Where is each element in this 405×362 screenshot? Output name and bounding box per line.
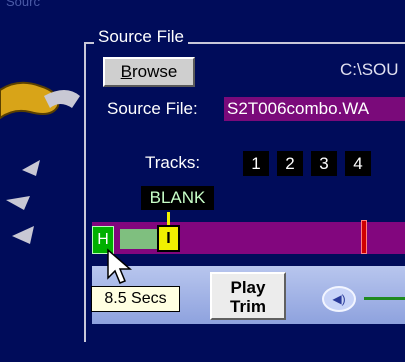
- track-button-2[interactable]: 2: [277, 151, 303, 176]
- group-title: Source File: [94, 27, 188, 47]
- browse-label-rest: rowse: [131, 62, 178, 81]
- truncated-label: Sourc: [6, 0, 40, 9]
- browse-accesskey: B: [120, 62, 132, 81]
- track-button-4[interactable]: 4: [345, 151, 371, 176]
- track-button-3[interactable]: 3: [311, 151, 337, 176]
- speaker-icon[interactable]: ◀): [322, 286, 356, 312]
- tracks-label: Tracks:: [145, 153, 201, 172]
- time-tooltip: 8.5 Secs: [91, 286, 180, 312]
- browse-button[interactable]: Browse: [103, 57, 195, 87]
- play-trim-label-line2: Trim: [230, 297, 266, 316]
- mouse-cursor-icon: [107, 248, 133, 284]
- source-file-label: Source File:: [107, 99, 198, 118]
- play-trim-button[interactable]: Play Trim: [210, 272, 286, 320]
- volume-slider[interactable]: [364, 297, 405, 300]
- play-trim-label-line1: Play: [230, 278, 266, 297]
- end-marker-handle[interactable]: [361, 220, 367, 254]
- left-panel-decoration: [0, 81, 80, 244]
- source-file-value: S2T006combo.WA: [224, 97, 405, 121]
- trim-region: [120, 229, 162, 249]
- position-marker-stem: [167, 212, 170, 226]
- selected-track-name: BLANK: [141, 186, 214, 210]
- source-path: C:\SOU: [340, 60, 399, 79]
- track-button-1[interactable]: 1: [243, 151, 269, 176]
- position-marker-handle[interactable]: I: [157, 225, 180, 252]
